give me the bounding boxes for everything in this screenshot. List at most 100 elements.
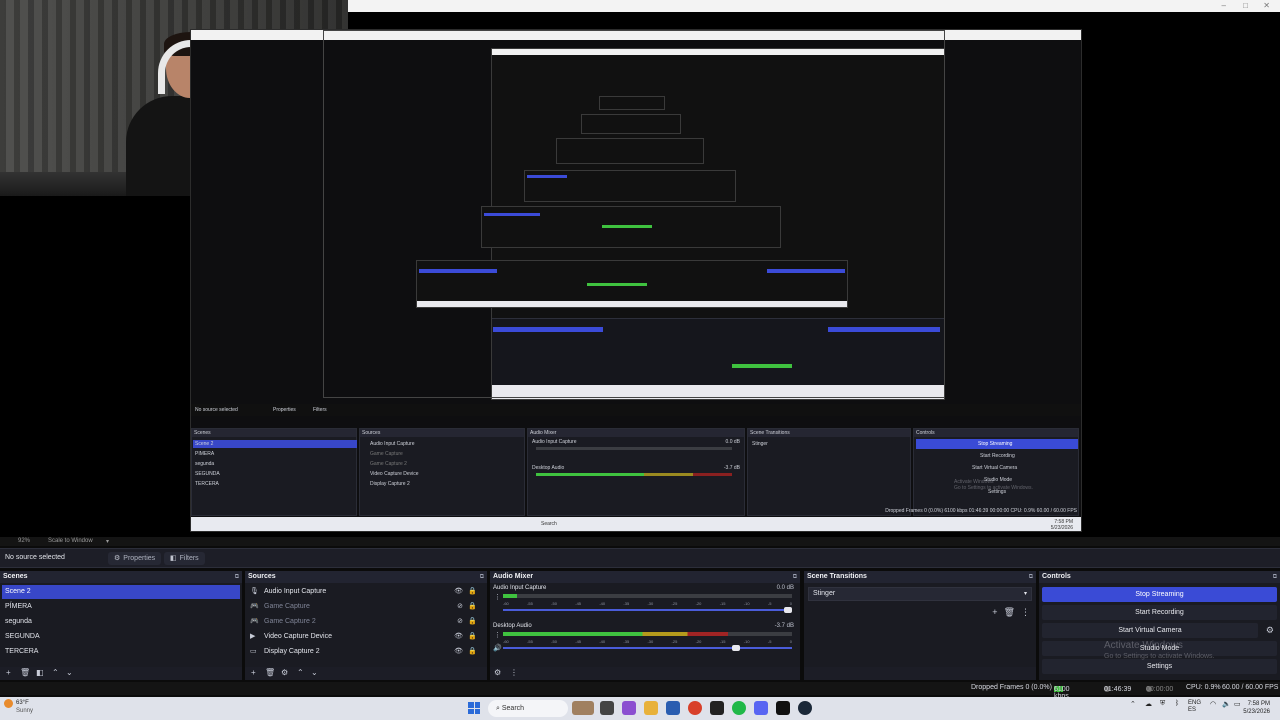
down-icon[interactable]: ⌄ xyxy=(311,668,318,677)
scene-item-scene-2[interactable]: Scene 2 xyxy=(2,585,240,599)
remove-icon[interactable]: 🗑 xyxy=(20,668,30,677)
steam-icon[interactable] xyxy=(798,701,812,715)
volume-knob[interactable] xyxy=(784,607,792,613)
lock-icon[interactable]: 🔒 xyxy=(468,585,477,599)
source-item[interactable]: 🎮 Game Capture ⊘ 🔒 xyxy=(247,600,485,614)
lock-icon[interactable]: 🔒 xyxy=(468,615,477,629)
input-language[interactable]: ENG ES xyxy=(1188,700,1201,714)
menu-icon[interactable]: ⋮ xyxy=(1021,607,1030,617)
file-explorer-icon[interactable] xyxy=(644,701,658,715)
windows-start-icon[interactable] xyxy=(468,702,480,714)
gear-icon[interactable]: ⚙ xyxy=(494,668,501,677)
chrome-icon[interactable] xyxy=(688,701,702,715)
filter-icon[interactable]: ◧ xyxy=(36,668,44,677)
popout-icon[interactable]: ⧉ xyxy=(235,571,239,583)
scene-item-segunda-upper[interactable]: SEGUNDA xyxy=(2,630,240,644)
add-icon[interactable]: + xyxy=(992,607,997,617)
source-item[interactable]: 🎮 Game Capture 2 ⊘ 🔒 xyxy=(247,615,485,629)
task-view-icon[interactable] xyxy=(600,701,614,715)
mixer-channel-audio-input: Audio Input Capture 0.0 dB ⋮ -60 -55 -50 -4… xyxy=(490,585,800,621)
volume-slider[interactable] xyxy=(503,609,792,611)
channel-db: 0.0 dB xyxy=(776,585,794,591)
nested-scenes-title: Scenes xyxy=(192,429,356,437)
source-item[interactable]: ▭ Display Capture 2 👁 🔒 xyxy=(247,645,485,659)
popout-icon[interactable]: ⧉ xyxy=(1273,571,1277,583)
volume-icon[interactable]: 🔈 xyxy=(1222,700,1231,708)
copilot-icon[interactable] xyxy=(622,701,636,715)
meter-ticks: -60 -55 -50 -45 -40 -35 -30 -25 -20 -15 -10 -5 0 xyxy=(503,601,792,606)
chevron-down-icon[interactable]: ▾ xyxy=(106,538,109,545)
eye-icon[interactable]: 👁 xyxy=(454,585,463,599)
wifi-icon[interactable]: ◠ xyxy=(1210,700,1216,708)
menu-icon[interactable]: ⋮ xyxy=(494,593,501,601)
lock-icon[interactable]: 🔒 xyxy=(468,600,477,614)
eye-hidden-icon[interactable]: ⊘ xyxy=(457,600,463,614)
volume-knob[interactable] xyxy=(731,645,740,651)
start-virtual-camera-button[interactable]: Start Virtual Camera xyxy=(1042,623,1258,638)
scene-item-pimera[interactable]: PÍMERA xyxy=(2,600,240,614)
bluetooth-icon[interactable]: ᛒ xyxy=(1175,700,1179,707)
clock-date: 5/23/2026 xyxy=(1243,709,1270,715)
battery-icon[interactable]: ▭ xyxy=(1234,700,1241,708)
minimize-icon[interactable]: – xyxy=(1222,1,1226,10)
transition-select[interactable]: Stinger ▾ xyxy=(808,587,1032,601)
meter-fill xyxy=(503,594,518,598)
onedrive-icon[interactable]: ☁ xyxy=(1145,700,1152,708)
capcut-icon[interactable] xyxy=(710,701,724,715)
clock[interactable]: 7:58 PM 5/23/2026 xyxy=(1243,700,1270,716)
nested-sources-dock: Sources Audio Input Capture Game Capture… xyxy=(359,428,525,516)
widget-thumbnail-icon[interactable] xyxy=(572,701,594,715)
weather-widget[interactable]: 63°F Sunny xyxy=(4,699,33,714)
lang-top: ENG xyxy=(1188,700,1202,706)
maximize-icon[interactable]: □ xyxy=(1243,1,1248,10)
menu-icon[interactable]: ⋮ xyxy=(510,668,518,677)
source-item[interactable]: ▶ Video Capture Device 👁 🔒 xyxy=(247,630,485,644)
lock-icon[interactable]: 🔒 xyxy=(468,645,477,659)
speaker-icon[interactable]: 🔊 xyxy=(493,644,502,652)
down-icon[interactable]: ⌄ xyxy=(66,668,73,677)
scene-item-tercera[interactable]: TERCERA xyxy=(2,645,240,659)
eye-hidden-icon[interactable]: ⊘ xyxy=(457,615,463,629)
outlook-icon[interactable] xyxy=(666,701,680,715)
lock-icon[interactable]: 🔒 xyxy=(468,630,477,644)
scene-item-segunda[interactable]: segunda xyxy=(2,615,240,629)
up-icon[interactable]: ⌃ xyxy=(297,668,304,677)
close-icon[interactable]: ✕ xyxy=(1263,1,1270,10)
gear-icon[interactable]: ⚙ xyxy=(281,668,288,677)
gamepad-icon: 🎮 xyxy=(250,618,259,625)
add-icon[interactable]: + xyxy=(6,668,11,677)
controls-dock: Controls ⧉ Stop Streaming Start Recording… xyxy=(1039,571,1280,680)
scale-percent[interactable]: 92% xyxy=(18,538,30,544)
shield-icon[interactable]: ⛨ xyxy=(1160,700,1165,708)
start-recording-button[interactable]: Start Recording xyxy=(1042,605,1277,620)
spotify-icon[interactable] xyxy=(732,701,746,715)
nested-controls-dock: Controls Stop Streaming Start Recording … xyxy=(913,428,1079,516)
taskbar-search[interactable]: ⌕ Search xyxy=(488,700,568,717)
menu-icon[interactable]: ⋮ xyxy=(494,631,501,639)
nested-date: 5/23/2026 xyxy=(1050,525,1073,531)
eye-icon[interactable]: 👁 xyxy=(454,645,463,659)
nested-meter xyxy=(536,447,732,450)
obs-preview[interactable]: – □ ✕ No source selected Properties Filt… xyxy=(0,0,1280,537)
discord-icon[interactable] xyxy=(754,701,768,715)
properties-button[interactable]: ⚙ Properties xyxy=(108,552,162,565)
scale-mode[interactable]: Scale to Window xyxy=(48,538,93,544)
volume-slider[interactable] xyxy=(503,647,792,649)
eye-icon[interactable]: 👁 xyxy=(454,630,463,644)
remove-icon[interactable]: 🗑 xyxy=(265,668,275,677)
popout-icon[interactable]: ⧉ xyxy=(480,571,484,583)
gear-icon[interactable]: ⚙ xyxy=(1266,625,1274,636)
context-bar: No source selected ⚙ Properties ◧ Filters xyxy=(0,548,1280,568)
remove-icon[interactable]: 🗑 xyxy=(1004,607,1015,617)
popout-icon[interactable]: ⧉ xyxy=(793,571,797,583)
up-icon[interactable]: ⌃ xyxy=(52,668,59,677)
source-item[interactable]: 🎙 Audio Input Capture 👁 🔒 xyxy=(247,585,485,599)
popout-icon[interactable]: ⧉ xyxy=(1029,571,1033,583)
chevron-up-icon[interactable]: ⌃ xyxy=(1130,700,1136,708)
add-icon[interactable]: + xyxy=(251,668,256,677)
filters-button[interactable]: ◧ Filters xyxy=(164,552,205,565)
obs-icon[interactable] xyxy=(776,701,790,715)
stop-streaming-button[interactable]: Stop Streaming xyxy=(1042,587,1277,602)
echo-selection xyxy=(527,175,567,178)
nested-source-item: Audio Input Capture xyxy=(370,441,415,447)
